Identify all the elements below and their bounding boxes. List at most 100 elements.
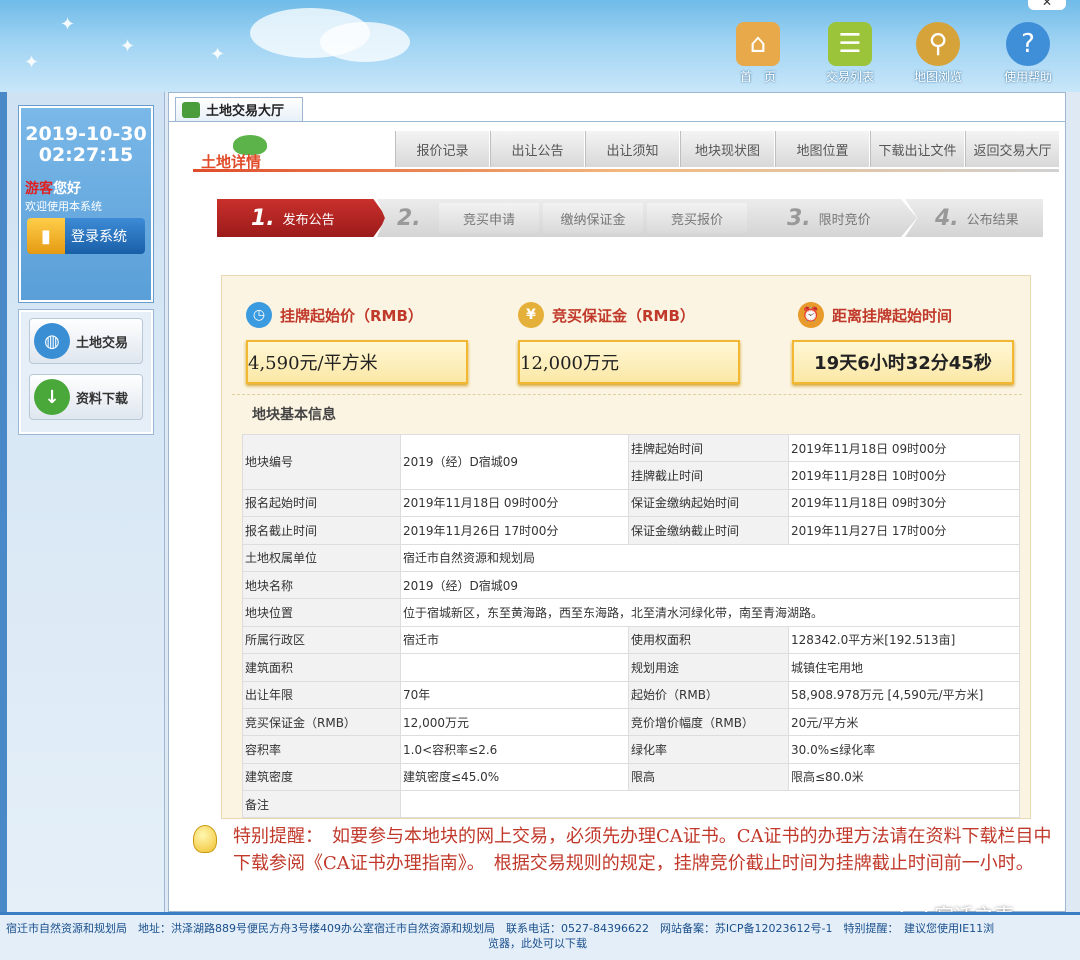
tab-land-hall[interactable]: 土地交易大厅 (175, 97, 303, 121)
table-key: 使用权面积 (628, 625, 789, 655)
step-number: 2. (397, 205, 421, 231)
nav-map-button[interactable]: ⚲ 地图浏览 (902, 22, 974, 86)
window-close-button[interactable]: ✕ (1028, 0, 1066, 10)
table-row: 地块编号 2019（经）D宿城09 挂牌起始时间 2019年11月18日 09时… (242, 433, 1020, 490)
menu-land-trade-label: 土地交易 (76, 335, 129, 351)
table-key: 出让年限 (242, 680, 401, 709)
deposit-label-text: 竞买保证金（RMB） (552, 306, 695, 325)
tab-land-hall-label: 土地交易大厅 (206, 104, 285, 119)
nav-home-label: 首 页 (739, 70, 776, 84)
progress-steps: 1. 发布公告 2. 竞买申请 缴纳保证金 竞买报价 3. 限时竞价 4. 公布… (217, 199, 1043, 237)
footer-download-link[interactable]: 览器，此处可以下载 (6, 936, 1076, 951)
deposit-value: 12,000万元 (518, 340, 740, 384)
table-value: 位于宿城新区，东至黄海路，西至东海路，北至清水河绿化带，南至青海湖路。 (400, 598, 1020, 627)
table-key: 规划用途 (628, 653, 789, 682)
subtab-back-to-hall[interactable]: 返回交易大厅 (965, 131, 1060, 167)
alarm-clock-icon: ⏰ (798, 302, 824, 328)
lightbulb-icon (193, 825, 217, 853)
table-row: 报名起始时间 2019年11月18日 09时00分 保证金缴纳起始时间 2019… (242, 488, 1020, 518)
nav-help-button[interactable]: ? 使用帮助 (992, 22, 1064, 86)
table-value: 2019年11月18日 09时00分 (788, 433, 1020, 463)
table-value: 1.0<容积率≤2.6 (400, 735, 629, 764)
table-value: 30.0%≤绿化率 (788, 735, 1020, 764)
subtab-notice[interactable]: 出让须知 (585, 131, 680, 167)
table-key: 建筑面积 (242, 653, 401, 682)
table-value: 宿迁市 (400, 625, 629, 655)
table-key: 挂牌截止时间 (628, 461, 789, 490)
step-number: 3. (787, 205, 811, 231)
step-bidding: 3. 限时竞价 (757, 199, 917, 237)
login-button[interactable]: ▮ 登录系统 (27, 218, 145, 254)
table-key: 所属行政区 (242, 625, 401, 655)
table-value: 限高≤80.0米 (788, 762, 1020, 792)
start-price-label: ◷ 挂牌起始价（RMB） (246, 302, 423, 328)
menu-land-trade[interactable]: ◍ 土地交易 (29, 318, 143, 364)
table-key: 竞价增价幅度（RMB） (628, 707, 789, 737)
table-key: 建筑密度 (242, 762, 401, 792)
reminder-text: 特别提醒： 如要参与本地块的网上交易，必须先办理CA证书。CA证书的办理方法请在… (233, 826, 1052, 874)
subtab-announcement[interactable]: 出让公告 (490, 131, 585, 167)
table-key: 地块名称 (242, 570, 401, 600)
special-reminder: 特别提醒： 如要参与本地块的网上交易，必须先办理CA证书。CA证书的办理方法请在… (193, 823, 1063, 877)
table-key: 保证金缴纳起始时间 (628, 488, 789, 518)
countdown-label-text: 距离挂牌起始时间 (832, 306, 953, 325)
table-value: 2019（经）D宿城09 (400, 434, 629, 490)
land-detail-logo: 土地详情 (193, 135, 283, 171)
table-key: 地块编号 (242, 434, 401, 490)
table-key: 容积率 (242, 735, 401, 764)
menu-download[interactable]: ↓ 资料下载 (29, 374, 143, 420)
key-icon: ▮ (27, 218, 65, 254)
top-banner: ✦ ✦ ✦ ✦ ✕ ⌂ 首 页 ☰ 交易列表 ⚲ 地图浏览 ? 使用帮助 (0, 0, 1080, 92)
start-price-value: 4,590元/平方米 (246, 340, 468, 384)
table-value: 128342.0平方米[192.513亩] (788, 625, 1020, 655)
table-key: 报名截止时间 (242, 516, 401, 545)
basic-info-title: 地块基本信息 (252, 407, 336, 423)
nav-list-label: 交易列表 (825, 70, 874, 84)
table-row: 地块位置 位于宿城新区，东至黄海路，西至东海路，北至清水河绿化带，南至青海湖路。 (242, 598, 1020, 627)
table-key: 土地权属单位 (242, 543, 401, 572)
countdown-value: 19天6小时32分45秒 (792, 340, 1014, 384)
table-value: 2019年11月18日 09时30分 (788, 488, 1020, 518)
subtab-download-file[interactable]: 下载出让文件 (870, 131, 965, 167)
nav-list-button[interactable]: ☰ 交易列表 (814, 22, 886, 86)
step-label: 限时竞价 (818, 212, 871, 228)
step-number: 4. (935, 205, 959, 231)
date-text: 2019-10-30 (25, 123, 147, 145)
table-row: 容积率 1.0<容积率≤2.6 绿化率 30.0%≤绿化率 (242, 735, 1020, 764)
table-key: 起始价（RMB） (628, 680, 789, 709)
table-value: 城镇住宅用地 (788, 653, 1020, 682)
clock-panel: 2019-10-30 02:27:15 游客您好 欢迎使用本系统 ▮ 登录系统 (19, 106, 153, 302)
download-icon: ↓ (34, 379, 70, 415)
table-value (400, 790, 1020, 819)
table-row: 出让年限 70年 起始价（RMB） 58,908.978万元 [4,590元/平… (242, 680, 1020, 709)
star-icon: ✦ (60, 14, 76, 35)
subtab-bid-records[interactable]: 报价记录 (395, 131, 490, 167)
side-menu: ◍ 土地交易 ↓ 资料下载 (19, 310, 153, 434)
header-underline (193, 169, 1059, 172)
table-key: 备注 (242, 790, 401, 819)
star-icon: ✦ (24, 52, 40, 73)
subtab-map-location[interactable]: 地图位置 (775, 131, 870, 167)
step-label: 发布公告 (282, 212, 335, 228)
land-tab-icon (182, 101, 200, 118)
detail-subtabs: 报价记录 出让公告 出让须知 地块现状图 地图位置 下载出让文件 返回交易大厅 (395, 131, 1060, 167)
countdown-label: ⏰ 距离挂牌起始时间 (798, 302, 952, 328)
table-row: 报名截止时间 2019年11月26日 17时00分 保证金缴纳截止时间 2019… (242, 516, 1020, 545)
table-key: 保证金缴纳截止时间 (628, 516, 789, 545)
guest-label: 游客 (25, 181, 53, 197)
substep-quote: 竞买报价 (647, 203, 747, 233)
table-value: 2019年11月27日 17时00分 (788, 516, 1020, 545)
nav-home-button[interactable]: ⌂ 首 页 (722, 22, 794, 86)
clock-date: 2019-10-30 02:27:15 (21, 124, 151, 166)
table-key: 地块位置 (242, 598, 401, 627)
table-value: 2019年11月26日 17时00分 (400, 516, 629, 545)
land-info-box: ◷ 挂牌起始价（RMB） ¥ 竞买保证金（RMB） ⏰ 距离挂牌起始时间 4,5… (221, 275, 1031, 819)
hello-label: 您好 (53, 181, 81, 197)
land-info-table: 地块编号 2019（经）D宿城09 挂牌起始时间 2019年11月18日 09时… (242, 433, 1020, 819)
table-value: 58,908.978万元 [4,590元/平方米] (788, 680, 1020, 709)
sidebar: 2019-10-30 02:27:15 游客您好 欢迎使用本系统 ▮ 登录系统 … (7, 92, 165, 912)
table-value: 2019年11月28日 10时00分 (788, 461, 1020, 490)
clock-icon: ◷ (246, 302, 272, 328)
deposit-label: ¥ 竞买保证金（RMB） (518, 302, 695, 328)
subtab-current-map[interactable]: 地块现状图 (680, 131, 775, 167)
